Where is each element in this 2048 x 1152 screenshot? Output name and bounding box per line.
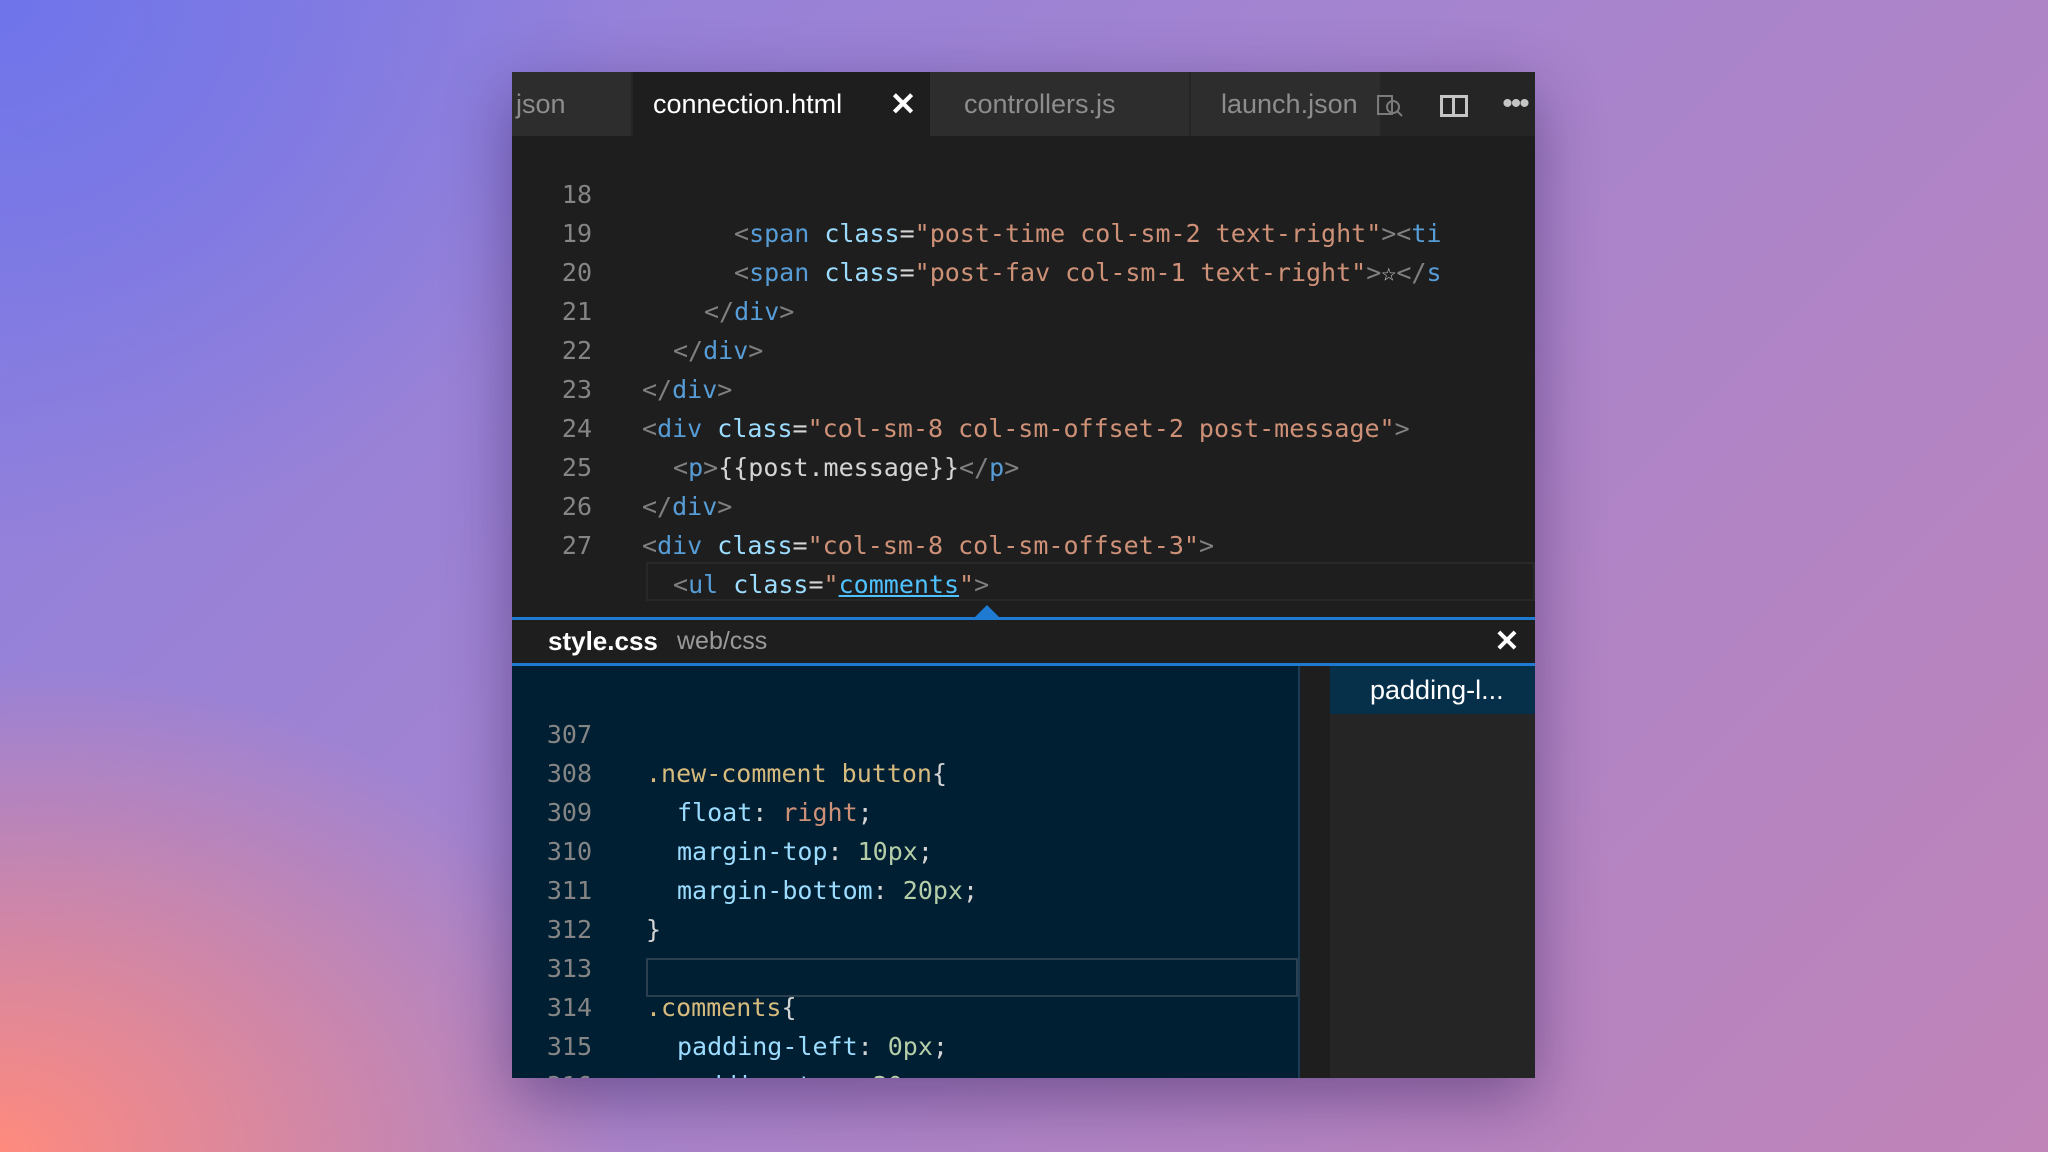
code-line: 25 </div> — [512, 409, 1535, 521]
code-line: 311 } — [512, 832, 1299, 944]
code-line: 316 padding-bottom: 20px; — [512, 1027, 1299, 1078]
code-line: 313 .comments{ — [512, 910, 1299, 1022]
code-line: 307 .new-comment button{ — [512, 676, 1299, 788]
code-line: 18 <span class="post-time col-sm-2 text-… — [512, 136, 1535, 248]
code-line: 22 </div> — [512, 292, 1535, 404]
code-line: 24 <p>{{post.message}}</p> — [512, 370, 1535, 482]
tab-controllers-js[interactable]: controllers.js — [930, 72, 1190, 136]
html-editor[interactable]: 18 <span class="post-time col-sm-2 text-… — [512, 136, 1535, 618]
line-text: <ul class="comments"> — [673, 570, 990, 599]
code-line: 27 <ul class="comments"> — [512, 487, 1535, 599]
comments-class-link[interactable]: comments — [839, 570, 959, 599]
line-number: 27 — [561, 531, 592, 560]
peek-file-name[interactable]: style.css — [548, 620, 658, 663]
line-text: <div class="col-sm-8 col-sm-offset-3"> — [642, 531, 1214, 560]
code-line: 314 padding-left: 0px; — [512, 949, 1299, 1061]
tab-label: connection.html — [653, 89, 843, 119]
tab-bar: json connection.html ✕ controllers.js la… — [512, 72, 1535, 136]
tab-json[interactable]: json — [512, 72, 632, 136]
peek-header: style.css web/css ✕ — [512, 620, 1535, 663]
code-line: 23 <div class="col-sm-8 col-sm-offset-2 … — [512, 331, 1535, 443]
code-line: 19 <span class="post-fav col-sm-1 text-r… — [512, 175, 1535, 287]
split-editor-icon[interactable] — [1432, 72, 1476, 136]
close-tab-icon[interactable]: ✕ — [885, 72, 921, 136]
peek-file-path: web/css — [677, 627, 768, 655]
editor-window: json connection.html ✕ controllers.js la… — [512, 72, 1535, 1078]
peek-editor[interactable]: 307 .new-comment button{ 308 float: righ… — [512, 666, 1299, 1078]
code-line: 21 </div> — [512, 253, 1535, 365]
tab-launch-json[interactable]: launch.json — [1191, 72, 1381, 136]
tab-label: launch.json — [1221, 89, 1358, 119]
code-line: 308 float: right; — [512, 715, 1299, 827]
open-changes-icon[interactable] — [1368, 72, 1412, 136]
code-line: 315 padding-top: 20px; — [512, 988, 1299, 1078]
code-line: 312 — [512, 871, 1299, 944]
code-line: 309 margin-top: 10px; — [512, 754, 1299, 866]
peek-references-panel: padding-l... — [1330, 666, 1535, 1078]
tab-label: controllers.js — [964, 89, 1116, 119]
more-actions-icon[interactable]: ••• — [1497, 72, 1533, 136]
peek-arrow-icon — [975, 605, 999, 617]
close-peek-icon[interactable]: ✕ — [1489, 620, 1525, 663]
code-line: 310 margin-bottom: 20px; — [512, 793, 1299, 905]
tab-label: json — [516, 89, 566, 119]
peek-reference-item[interactable]: padding-l... — [1330, 666, 1535, 714]
code-line: 317 } — [512, 1066, 1299, 1078]
code-line: 20 </div> — [512, 214, 1535, 326]
peek-divider — [1298, 666, 1300, 1078]
code-line: 26 <div class="col-sm-8 col-sm-offset-3"… — [512, 448, 1535, 560]
